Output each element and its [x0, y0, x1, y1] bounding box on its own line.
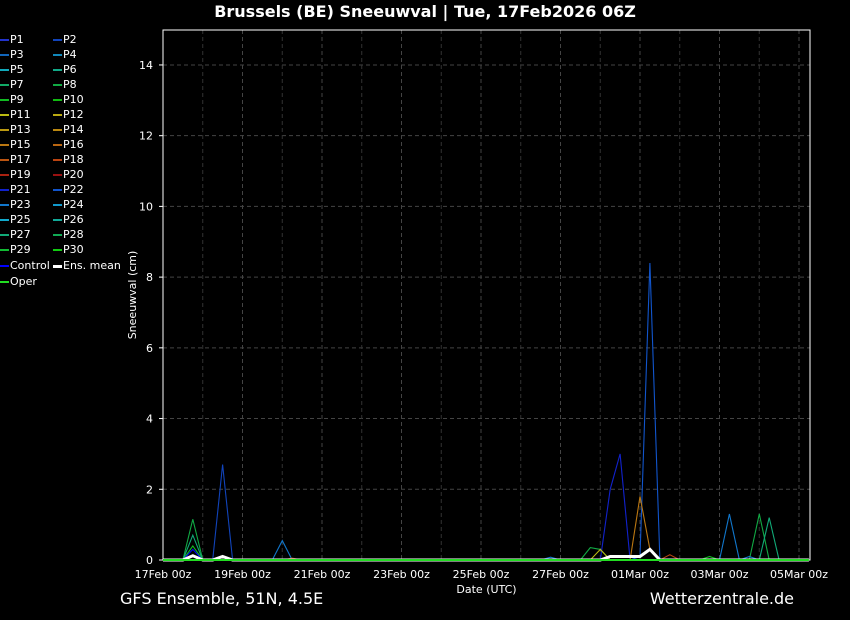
x-tick-label: 23Feb 00z	[373, 568, 430, 581]
series-line-control	[163, 548, 809, 561]
series-line-p21	[163, 453, 809, 561]
series-line-p22	[163, 262, 809, 561]
y-tick-label: 10	[139, 200, 153, 213]
x-tick-label: 01Mar 00z	[611, 568, 669, 581]
site-credit: Wetterzentrale.de	[649, 589, 794, 608]
y-tick-label: 2	[146, 483, 153, 496]
y-axis-label: Sneeuwval (cm)	[126, 251, 139, 340]
x-tick-label: 17Feb 00z	[135, 568, 192, 581]
series-line-ens-mean	[163, 547, 809, 562]
model-info: GFS Ensemble, 51N, 4.5E	[120, 589, 324, 608]
y-tick-label: 8	[146, 271, 153, 284]
series-line-p8	[163, 513, 809, 561]
x-tick-label: 19Feb 00z	[214, 568, 271, 581]
plot-frame	[162, 29, 811, 561]
y-tick-label: 4	[146, 413, 153, 426]
y-tick-label: 0	[146, 554, 153, 567]
series-line-p27	[163, 517, 809, 561]
y-tick-label: 12	[139, 130, 153, 143]
series-line-p23	[163, 513, 809, 561]
series-line-p2	[163, 464, 809, 561]
snowfall-chart: 0 2 4 6 8 10 12 14 17Feb 00z 19Feb 00z 21Feb 00z 23…	[126, 29, 828, 596]
x-tick-label: 25Feb 00z	[453, 568, 510, 581]
series-line-p11	[163, 548, 809, 561]
series-line-p15	[163, 496, 809, 561]
y-tick-label: 6	[146, 342, 153, 355]
x-tick-label: 21Feb 00z	[294, 568, 351, 581]
x-tick-label: 27Feb 00z	[532, 568, 589, 581]
y-tick-label: 14	[139, 59, 153, 72]
series-line-p9	[163, 544, 809, 561]
x-tick-label: 05Mar 00z	[770, 568, 828, 581]
x-axis-label: Date (UTC)	[456, 583, 516, 596]
x-tick-label: 03Mar 00z	[690, 568, 748, 581]
